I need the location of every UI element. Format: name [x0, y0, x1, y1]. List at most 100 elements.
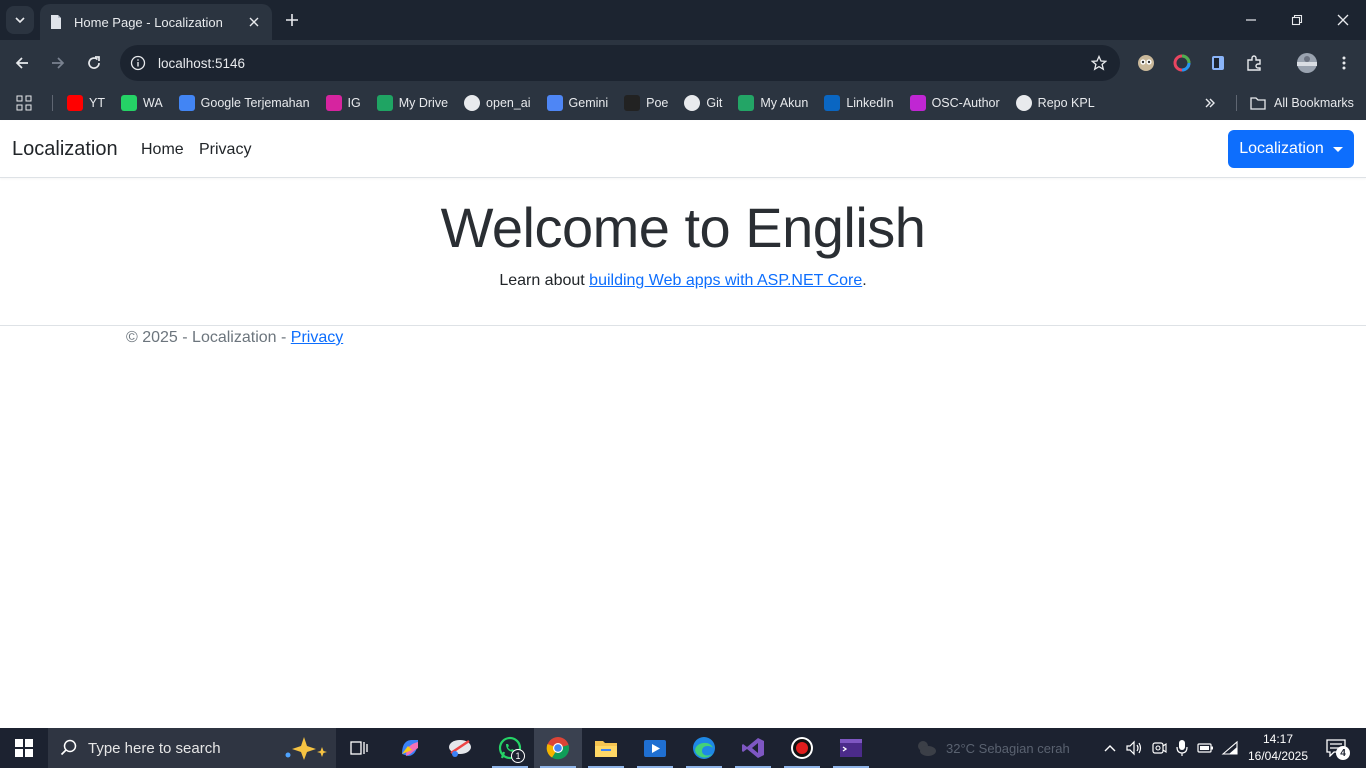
bookmark-label: Gemini — [568, 96, 609, 110]
bookmark-label: open_ai — [486, 96, 531, 110]
clock-date: 16/04/2025 — [1247, 749, 1309, 763]
forward-button[interactable] — [44, 49, 72, 77]
search-placeholder: Type here to search — [88, 739, 221, 757]
extensions-puzzle-icon[interactable] — [1243, 52, 1265, 74]
footer-text: © 2025 - Localization - — [126, 329, 291, 346]
bookmark-item[interactable]: Gemini — [546, 95, 609, 111]
sparkle-icon[interactable] — [280, 734, 336, 762]
bookmark-label: YT — [89, 96, 105, 110]
page-subtitle: Learn about building Web apps with ASP.N… — [0, 272, 1366, 290]
bookmark-item[interactable]: OSC-Author — [909, 95, 1000, 111]
linkedin-icon — [824, 95, 841, 111]
folder-icon — [1250, 97, 1266, 110]
nav-link-home[interactable]: Home — [141, 141, 184, 159]
volume-icon[interactable] — [1124, 738, 1144, 758]
edge-app[interactable] — [680, 728, 728, 768]
bookmark-item[interactable]: YT — [67, 95, 105, 111]
new-tab-button[interactable] — [280, 8, 304, 32]
arrow-left-icon — [15, 57, 28, 69]
browser-tab[interactable]: Home Page - Localization — [40, 4, 272, 40]
more-bookmarks-icon[interactable] — [1200, 95, 1220, 111]
terminal-app[interactable] — [827, 728, 875, 768]
system-clock[interactable]: 14:17 16/04/2025 — [1244, 731, 1312, 765]
localization-dropdown-label: Localization — [1239, 140, 1324, 157]
wifi-icon[interactable] — [1220, 738, 1240, 758]
weather-text: 32°C Sebagian cerah — [946, 740, 1070, 756]
footer-privacy-link[interactable]: Privacy — [291, 329, 343, 346]
bookmark-star-icon[interactable] — [1084, 48, 1114, 78]
bookmark-label: IG — [347, 96, 361, 110]
weather-widget[interactable]: 32°C Sebagian cerah — [914, 728, 1070, 768]
aspnet-docs-link[interactable]: building Web apps with ASP.NET Core — [589, 272, 862, 289]
bookmark-item[interactable]: Repo KPL — [1015, 95, 1095, 111]
bookmarks-separator — [52, 95, 53, 111]
profile-avatar[interactable] — [1296, 52, 1318, 74]
extension-reader-icon[interactable] — [1207, 52, 1229, 74]
restore-button[interactable] — [1274, 6, 1320, 34]
windows-taskbar: Type here to search 1 32°C Sebagian cera… — [0, 728, 1366, 768]
browser-toolbar: localhost:5146 — [0, 40, 1366, 86]
bookmark-label: OSC-Author — [931, 96, 1000, 110]
battery-icon[interactable] — [1196, 738, 1216, 758]
subtitle-suffix: . — [862, 272, 867, 289]
notification-center-button[interactable]: 4 — [1322, 736, 1350, 760]
show-hidden-icons[interactable] — [1100, 738, 1120, 758]
media-app[interactable] — [631, 728, 679, 768]
whatsapp-app[interactable]: 1 — [486, 728, 534, 768]
tab-title: Home Page - Localization — [74, 14, 223, 30]
bookmark-label: Google Terjemahan — [200, 96, 310, 110]
bookmark-label: My Akun — [760, 96, 809, 110]
bookmark-item[interactable]: open_ai — [464, 95, 531, 111]
copilot-icon — [402, 740, 418, 756]
bookmark-label: LinkedIn — [846, 96, 894, 110]
bookmark-label: Repo KPL — [1037, 96, 1095, 110]
close-icon[interactable] — [244, 12, 264, 32]
bookmark-item[interactable]: Git — [684, 95, 722, 111]
visual-studio-app[interactable] — [729, 728, 777, 768]
bookmark-item[interactable]: WA — [120, 95, 163, 111]
snipping-tool-app[interactable] — [436, 728, 484, 768]
extension-color-ring-icon[interactable] — [1171, 52, 1193, 74]
bookmarks-list: YT WA Google Terjemahan IG My Drive open_ai Ge… — [67, 95, 1111, 111]
navbar-brand[interactable]: Localization — [12, 138, 118, 161]
reload-button[interactable] — [80, 49, 108, 77]
github-icon — [684, 95, 701, 111]
snipping-tool-icon — [449, 739, 471, 757]
taskbar-search-box[interactable]: Type here to search — [48, 728, 336, 768]
microphone-icon[interactable] — [1172, 738, 1192, 758]
camera-icon[interactable] — [1149, 738, 1169, 758]
apps-grid-icon[interactable] — [16, 94, 34, 112]
recorder-app[interactable] — [778, 728, 826, 768]
bookmark-item[interactable]: My Drive — [376, 95, 448, 111]
info-icon[interactable] — [130, 55, 146, 71]
bookmark-item[interactable]: IG — [325, 95, 361, 111]
browser-menu-icon[interactable] — [1333, 52, 1355, 74]
poe-icon — [624, 95, 641, 111]
url-text[interactable]: localhost:5146 — [158, 56, 1084, 71]
folder-icon — [595, 741, 617, 757]
page-title: Welcome to English — [440, 196, 926, 259]
arrow-right-icon — [52, 57, 65, 69]
back-button[interactable] — [8, 49, 36, 77]
bookmark-item[interactable]: LinkedIn — [824, 95, 894, 111]
bookmark-item[interactable]: My Akun — [738, 95, 808, 111]
copilot-app[interactable] — [386, 728, 434, 768]
start-button[interactable] — [0, 728, 48, 768]
task-view-button[interactable] — [336, 728, 384, 768]
file-explorer-app[interactable] — [582, 728, 630, 768]
openai-icon — [464, 95, 481, 111]
bookmark-item[interactable]: Poe — [624, 95, 668, 111]
nav-link-privacy[interactable]: Privacy — [199, 141, 251, 159]
extension-owl-icon[interactable] — [1135, 52, 1157, 74]
plus-icon — [286, 14, 298, 26]
chrome-app[interactable] — [534, 728, 582, 768]
tab-search-button[interactable] — [6, 6, 34, 34]
all-bookmarks-button[interactable]: All Bookmarks — [1250, 86, 1354, 120]
minimize-button[interactable] — [1228, 6, 1274, 34]
youtube-icon — [67, 95, 83, 111]
address-bar[interactable]: localhost:5146 — [120, 45, 1120, 81]
bookmarks-bar: YT WA Google Terjemahan IG My Drive open_ai Ge… — [0, 86, 1366, 120]
bookmark-item[interactable]: Google Terjemahan — [178, 95, 310, 111]
localization-dropdown-button[interactable]: Localization — [1228, 130, 1354, 168]
close-window-button[interactable] — [1320, 6, 1366, 34]
